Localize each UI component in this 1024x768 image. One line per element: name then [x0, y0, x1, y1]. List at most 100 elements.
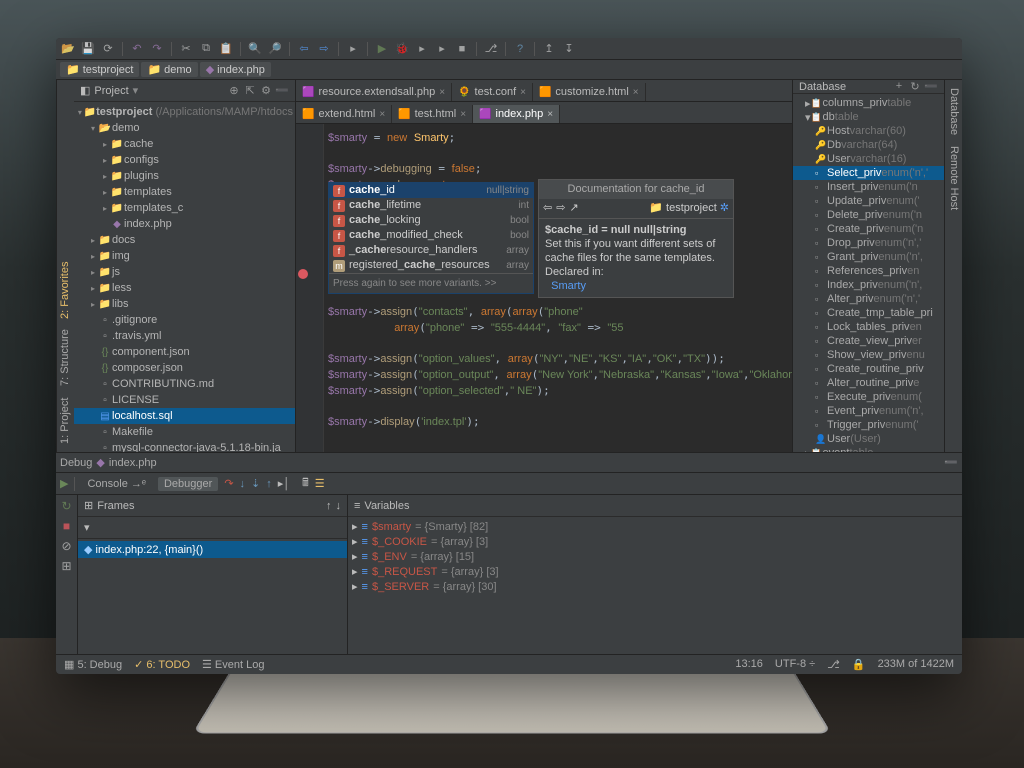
console-tab[interactable]: Console →ᵉ — [81, 477, 152, 491]
tree-item[interactable]: ▫CONTRIBUTING.md — [74, 376, 295, 392]
gutter-tab-remote[interactable]: Remote Host — [948, 142, 960, 214]
refresh-icon[interactable]: ↻ — [908, 80, 922, 93]
db-tree-item[interactable]: ▫Execute_priv enum( — [793, 390, 944, 404]
db-tree-item[interactable]: ▫Create_priv enum('n — [793, 222, 944, 236]
prev-frame-icon[interactable]: ↑ — [326, 500, 332, 512]
status-debug[interactable]: ▦ 5: Debug — [64, 658, 122, 671]
gutter-tab-project[interactable]: 1: Project — [59, 394, 71, 448]
gutter-tab-structure[interactable]: 7: Structure — [59, 326, 71, 391]
build-icon[interactable]: ▸ — [345, 41, 361, 57]
db-tree-item[interactable]: ▫Index_priv enum('n', — [793, 278, 944, 292]
watches-icon[interactable]: ☰ — [315, 477, 325, 490]
variable-row[interactable]: ▸≡$_COOKIE = {array} [3] — [348, 534, 962, 549]
hide-icon[interactable]: ➖ — [924, 80, 938, 93]
rerun-icon[interactable]: ↻ — [61, 499, 71, 513]
tree-item[interactable]: {}composer.json — [74, 360, 295, 376]
db-tree-item[interactable]: 🔑Host varchar(60) — [793, 124, 944, 138]
tree-item[interactable]: ▸📁configs — [74, 152, 295, 168]
hide-icon[interactable]: ➖ — [944, 456, 958, 469]
close-icon[interactable]: × — [520, 87, 526, 98]
tree-item[interactable]: ▸📁plugins — [74, 168, 295, 184]
add-icon[interactable]: + — [892, 80, 906, 93]
download-icon[interactable]: ↧ — [561, 41, 577, 57]
db-tree-item[interactable]: ▫Drop_priv enum('n',' — [793, 236, 944, 250]
close-icon[interactable]: × — [379, 109, 385, 120]
variable-row[interactable]: ▸≡$smarty = {Smarty} [82] — [348, 519, 962, 534]
step-out-icon[interactable]: ↑ — [266, 478, 272, 490]
close-icon[interactable]: × — [460, 109, 466, 120]
db-tree-item[interactable]: ▫Create_routine_priv — [793, 362, 944, 376]
hide-icon[interactable]: ➖ — [275, 84, 289, 97]
resume-icon[interactable]: ▶ — [60, 477, 68, 490]
db-tree-item[interactable]: ▫Show_view_priv enu — [793, 348, 944, 362]
force-step-icon[interactable]: ⇣ — [251, 477, 260, 490]
open-icon[interactable]: 📂 — [60, 41, 76, 57]
tree-item[interactable]: ▤localhost.sql — [74, 408, 295, 424]
variable-row[interactable]: ▸≡$_REQUEST = {array} [3] — [348, 564, 962, 579]
db-tree-item[interactable]: ▫References_priv en — [793, 264, 944, 278]
db-tree-item[interactable]: ▫Alter_priv enum('n',' — [793, 292, 944, 306]
gutter-tab-database[interactable]: Database — [948, 84, 960, 139]
db-tree-item[interactable]: 👤User (User) — [793, 432, 944, 446]
settings-icon[interactable]: ? — [512, 41, 528, 57]
db-tree-item[interactable]: ▫Lock_tables_priv en — [793, 320, 944, 334]
status-eventlog[interactable]: ☰ Event Log — [202, 658, 264, 671]
variable-row[interactable]: ▸≡$_SERVER = {array} [30] — [348, 579, 962, 594]
tree-item[interactable]: ▸📁libs — [74, 296, 295, 312]
tree-item[interactable]: ▸📁docs — [74, 232, 295, 248]
status-git-icon[interactable]: ⎇ — [827, 658, 840, 671]
coverage-icon[interactable]: ▸ — [414, 41, 430, 57]
replace-icon[interactable]: 🔎 — [267, 41, 283, 57]
view-bp-icon[interactable]: ⊘ — [61, 539, 71, 553]
tree-item[interactable]: ▫.gitignore — [74, 312, 295, 328]
tree-item[interactable]: ▸📁templates — [74, 184, 295, 200]
breakpoint-icon[interactable] — [298, 269, 308, 279]
undo-icon[interactable]: ↶ — [129, 41, 145, 57]
editor-tab[interactable]: 🟪resource.extendsall.php× — [296, 83, 452, 101]
editor-tab[interactable]: 🟪index.php× — [473, 105, 560, 123]
doc-edit-icon[interactable]: ↗ — [569, 201, 578, 216]
close-icon[interactable]: × — [547, 109, 553, 120]
db-tree-item[interactable]: ▫Event_priv enum('n', — [793, 404, 944, 418]
tree-item[interactable]: ◆index.php — [74, 216, 295, 232]
completion-item[interactable]: fcache_modified_checkbool — [329, 228, 533, 243]
tree-item[interactable]: ▸📁less — [74, 280, 295, 296]
tree-item[interactable]: ▫.travis.yml — [74, 328, 295, 344]
run-icon[interactable]: ▶ — [374, 41, 390, 57]
status-encoding[interactable]: UTF-8 ÷ — [775, 658, 815, 671]
editor-tab[interactable]: 🟧test.html× — [392, 105, 473, 123]
run-to-cursor-icon[interactable]: ▸│ — [278, 477, 290, 490]
variable-row[interactable]: ▸≡$_ENV = {array} [15] — [348, 549, 962, 564]
stop-icon[interactable]: ■ — [454, 41, 470, 57]
gutter-tab-favorites[interactable]: 2: Favorites — [59, 257, 71, 322]
forward-icon[interactable]: ⇨ — [316, 41, 332, 57]
debug-icon[interactable]: 🐞 — [394, 41, 410, 57]
db-tree-item[interactable]: 🔑Db varchar(64) — [793, 138, 944, 152]
db-tree-item[interactable]: 🔑User varchar(16) — [793, 152, 944, 166]
collapse-icon[interactable]: ⇱ — [243, 84, 257, 97]
status-memory[interactable]: 233M of 1422M — [878, 658, 954, 671]
tree-item[interactable]: ▸📁cache — [74, 136, 295, 152]
completion-item[interactable]: fcache_lifetimeint — [329, 198, 533, 213]
tree-item[interactable]: {}component.json — [74, 344, 295, 360]
db-tree-item[interactable]: ▫Grant_priv enum('n', — [793, 250, 944, 264]
copy-icon[interactable]: ⧉ — [198, 41, 214, 57]
db-tree-item[interactable]: ▫Alter_routine_priv e — [793, 376, 944, 390]
profile-icon[interactable]: ▸ — [434, 41, 450, 57]
step-into-icon[interactable]: ↓ — [240, 478, 246, 490]
redo-icon[interactable]: ↷ — [149, 41, 165, 57]
gear-icon[interactable]: ⚙ — [259, 84, 273, 97]
debugger-tab[interactable]: Debugger — [158, 477, 218, 491]
db-tree-item[interactable]: ▫Insert_priv enum('n — [793, 180, 944, 194]
crumb[interactable]: 📁demo — [141, 62, 197, 77]
db-tree-item[interactable]: ▫Trigger_priv enum(' — [793, 418, 944, 432]
stack-frame[interactable]: ◆ index.php:22, {main}() — [78, 541, 347, 558]
back-icon[interactable]: ⇦ — [296, 41, 312, 57]
db-tree-item[interactable]: ▫Create_view_priv er — [793, 334, 944, 348]
close-icon[interactable]: × — [633, 87, 639, 98]
db-tree-item[interactable]: ▫Select_priv enum('n',' — [793, 166, 944, 180]
tree-item[interactable]: ▫LICENSE — [74, 392, 295, 408]
find-icon[interactable]: 🔍 — [247, 41, 263, 57]
cut-icon[interactable]: ✂ — [178, 41, 194, 57]
db-tree-item[interactable]: ▫Update_priv enum(' — [793, 194, 944, 208]
